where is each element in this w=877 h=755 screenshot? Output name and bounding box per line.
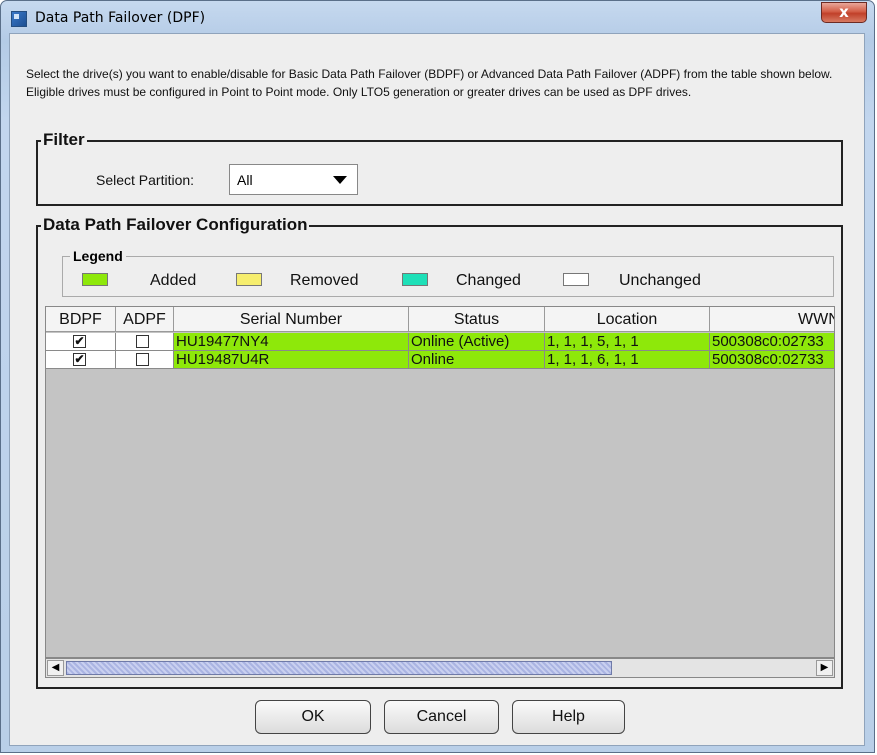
legend-label-unchanged: Unchanged [619, 272, 701, 289]
legend-swatch-unchanged [563, 273, 589, 286]
adpf-checkbox[interactable] [136, 353, 149, 366]
chevron-down-icon [333, 176, 347, 184]
dpf-config-group-label: Data Path Failover Configuration [41, 215, 310, 235]
adpf-cell [116, 333, 174, 351]
legend-label-added: Added [150, 272, 197, 289]
wwn-cell: 500308c0:02733 [710, 351, 834, 369]
dpf-drive-table: BDPF ADPF Serial Number Status Location … [45, 306, 835, 658]
ok-button[interactable]: OK [255, 700, 371, 734]
serial-number-cell: HU19477NY4 [174, 333, 409, 351]
filter-group-label: Filter [41, 130, 87, 150]
serial-number-cell: HU19487U4R [174, 351, 409, 369]
bdpf-cell: ✔ [46, 351, 116, 369]
legend-label: Legend [70, 248, 126, 264]
select-partition-label: Select Partition: [96, 172, 195, 188]
legend-label-changed: Changed [456, 272, 521, 289]
close-button[interactable]: x [821, 2, 867, 23]
wwn-cell: 500308c0:02733 [710, 333, 834, 351]
location-cell: 1, 1, 1, 6, 1, 1 [545, 351, 710, 369]
bdpf-checkbox[interactable]: ✔ [73, 335, 86, 348]
window-title: Data Path Failover (DPF) [35, 10, 206, 26]
legend-swatch-changed [402, 273, 428, 286]
status-cell: Online [409, 351, 545, 369]
table-row[interactable]: ✔ HU19477NY4 Online (Active) 1, 1, 1, 5,… [46, 333, 834, 351]
legend-swatch-removed [236, 273, 262, 286]
table-row[interactable]: ✔ HU19487U4R Online 1, 1, 1, 6, 1, 1 500… [46, 351, 834, 369]
scrollbar-thumb[interactable] [66, 661, 612, 675]
status-cell: Online (Active) [409, 333, 545, 351]
column-header-bdpf[interactable]: BDPF [46, 307, 116, 332]
scroll-left-icon[interactable]: ◀ [47, 660, 64, 676]
partition-select[interactable]: All [229, 164, 358, 195]
scroll-right-icon[interactable]: ▶ [816, 660, 833, 676]
legend-label-removed: Removed [290, 272, 359, 289]
bdpf-checkbox[interactable]: ✔ [73, 353, 86, 366]
title-bar[interactable]: Data Path Failover (DPF) x [1, 1, 874, 35]
adpf-cell [116, 351, 174, 369]
column-header-status[interactable]: Status [409, 307, 545, 332]
adpf-checkbox[interactable] [136, 335, 149, 348]
location-cell: 1, 1, 1, 5, 1, 1 [545, 333, 710, 351]
horizontal-scrollbar[interactable]: ◀ ▶ [45, 658, 835, 678]
instructions-text: Select the drive(s) you want to enable/d… [26, 67, 833, 99]
column-header-adpf[interactable]: ADPF [116, 307, 174, 332]
column-header-wwn[interactable]: WWN [710, 307, 834, 332]
cancel-button[interactable]: Cancel [384, 700, 499, 734]
help-button[interactable]: Help [512, 700, 625, 734]
app-icon [11, 11, 27, 27]
partition-select-value: All [237, 172, 253, 188]
legend-swatch-added [82, 273, 108, 286]
column-header-location[interactable]: Location [545, 307, 710, 332]
bdpf-cell: ✔ [46, 333, 116, 351]
column-header-serial-number[interactable]: Serial Number [174, 307, 409, 332]
